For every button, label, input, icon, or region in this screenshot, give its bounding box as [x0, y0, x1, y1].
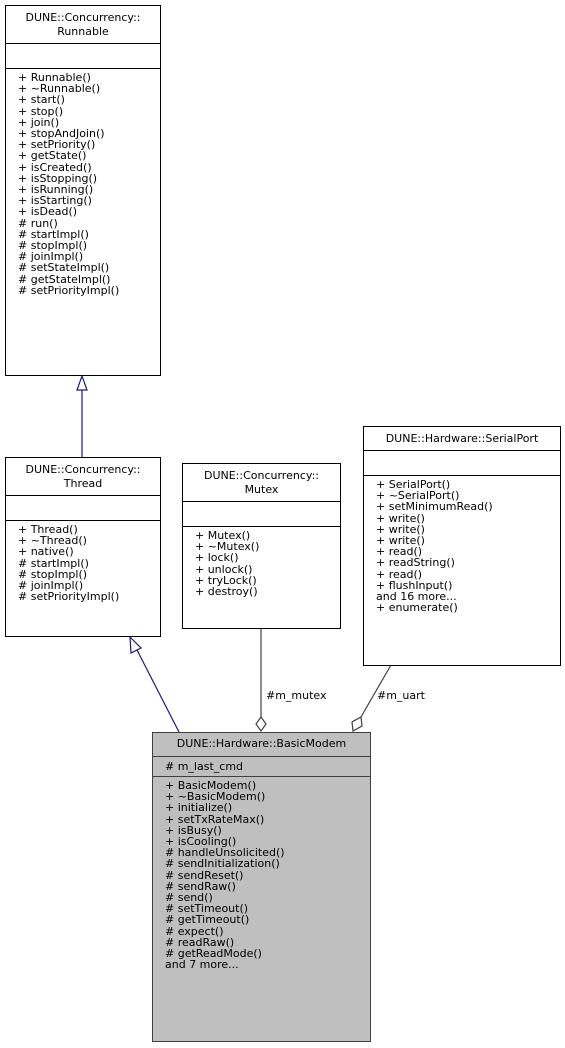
methods-section: + SerialPort() + ~SerialPort() + setMinimu… [364, 476, 560, 617]
attributes-section [6, 496, 160, 521]
class-title: DUNE::Concurrency:: Runnable [6, 6, 160, 44]
class-title: DUNE::Concurrency:: Mutex [183, 464, 340, 502]
attribute-item: # m_last_cmd [165, 760, 244, 773]
method-item: + destroy() [195, 585, 258, 599]
method-item: + enumerate() [376, 601, 458, 615]
attributes-section [364, 451, 560, 476]
methods-section: + Mutex() + ~Mutex() + lock() + unlock() + t… [183, 527, 340, 601]
inheritance-arrowhead-thread [129, 635, 143, 654]
attributes-section: # m_last_cmd [153, 757, 370, 777]
method-item: + start() [18, 93, 65, 107]
method-item: + lock() [195, 551, 239, 565]
method-item: + setMinimumRead() [376, 500, 493, 514]
method-item: + readString() [376, 556, 455, 570]
method-item: # getTimeout() [165, 913, 250, 927]
methods-section: + BasicModem() + ~BasicModem() + initializ… [153, 777, 370, 974]
methods-section: + Runnable() + ~Runnable() + start() + stop… [6, 69, 160, 300]
method-item: + getState() [18, 149, 87, 163]
class-title: DUNE::Hardware::SerialPort [364, 427, 560, 451]
class-title: DUNE::Concurrency:: Thread [6, 458, 160, 496]
method-item: # setPriorityImpl() [18, 283, 120, 297]
more-members-note: and 7 more... [165, 958, 239, 972]
methods-section: + Thread() + ~Thread() + native() # startIm… [6, 521, 160, 606]
attributes-section [183, 502, 340, 527]
class-box-runnable[interactable]: DUNE::Concurrency:: Runnable + Runnable(… [5, 5, 161, 376]
class-box-thread[interactable]: DUNE::Concurrency:: Thread + Thread() + ~… [5, 457, 161, 637]
inheritance-edge-basicmodem-thread [136, 649, 180, 733]
inheritance-arrowhead-runnable [76, 374, 88, 391]
edge-label-m-mutex: #m_mutex [266, 689, 327, 702]
method-item: # sendInitialization() [165, 857, 280, 871]
aggregation-diamond-serialport [351, 716, 363, 732]
method-item: # setPriorityImpl() [18, 590, 120, 604]
edge-label-m-uart: #m_uart [377, 689, 425, 702]
class-box-basicmodem[interactable]: DUNE::Hardware::BasicModem # m_last_cmd … [152, 732, 371, 1042]
aggregation-diamond-mutex [255, 715, 267, 733]
class-box-mutex[interactable]: DUNE::Concurrency:: Mutex + Mutex() + ~Mu… [182, 463, 341, 629]
attributes-section [6, 44, 160, 69]
method-item: + isDead() [18, 205, 78, 219]
method-item: # setStateImpl() [18, 261, 110, 275]
class-box-serialport[interactable]: DUNE::Hardware::SerialPort + SerialPort(… [363, 426, 561, 666]
method-item: + native() [18, 545, 74, 559]
class-title: DUNE::Hardware::BasicModem [153, 733, 370, 757]
method-item: + initialize() [165, 801, 233, 815]
